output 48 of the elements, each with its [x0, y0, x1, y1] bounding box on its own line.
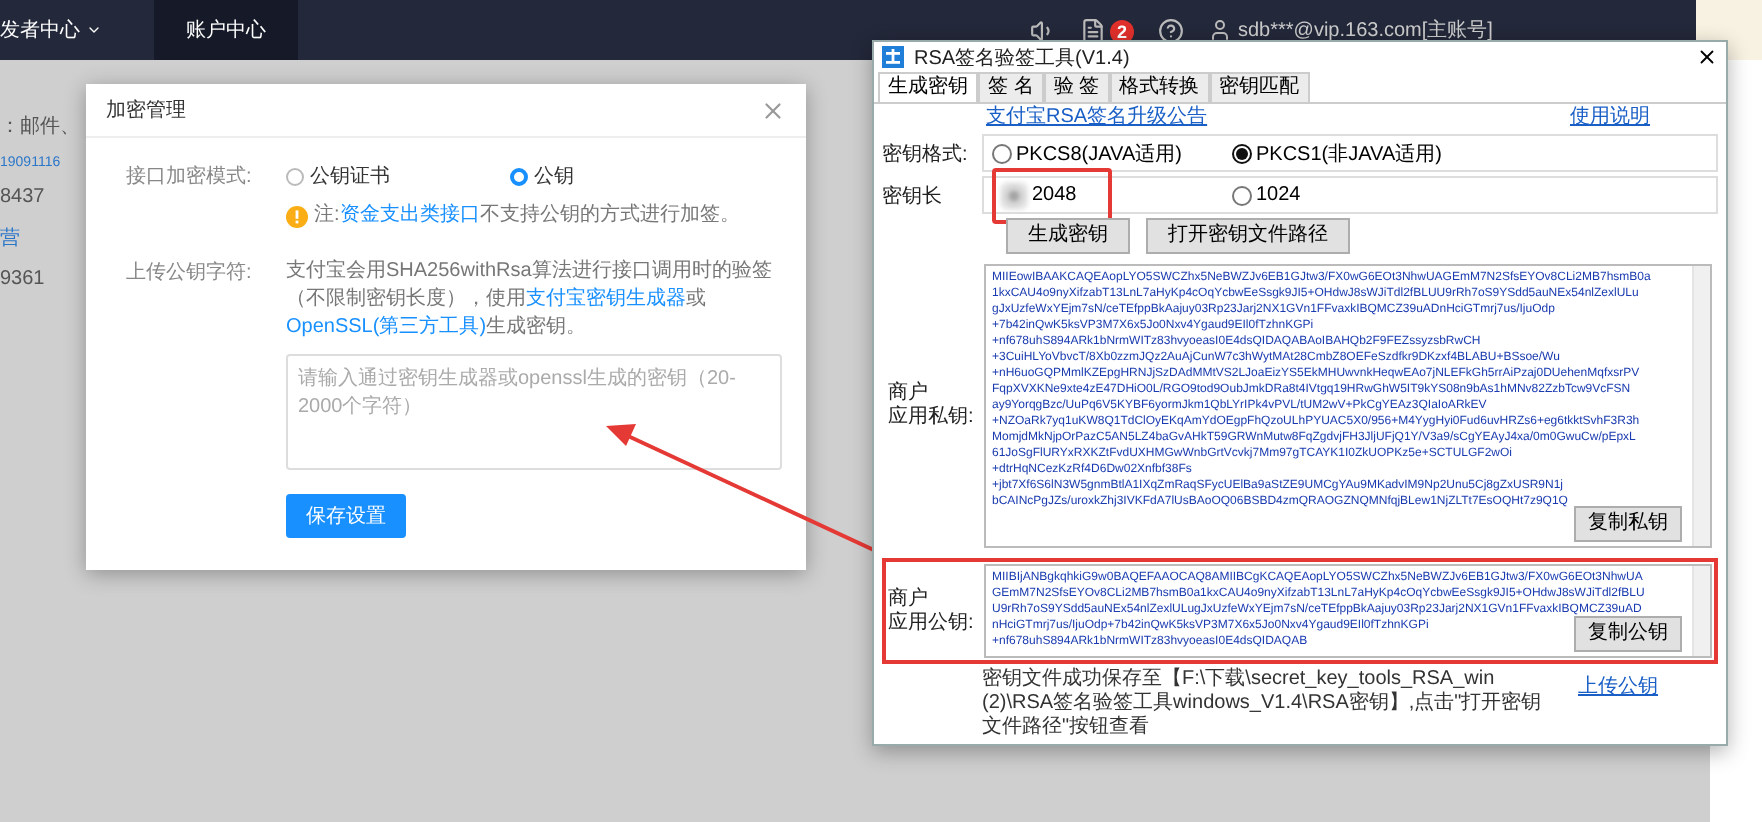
field-label: 商户 应用私钥:: [888, 382, 976, 430]
page-text: 8437: [0, 186, 45, 208]
tab[interactable]: 生成密钥: [878, 72, 978, 102]
window-title: RSA签名验签工具(V1.4): [914, 45, 1130, 71]
page-text: 营: [0, 225, 20, 252]
copy-button[interactable]: 复制私钥: [1574, 506, 1682, 542]
nav-item[interactable]: 发者中心: [0, 0, 134, 60]
page-text: ：邮件、: [0, 113, 80, 140]
caret-icon: [86, 22, 102, 38]
app-icon: [882, 46, 904, 68]
speaker-icon[interactable]: [1030, 17, 1056, 43]
notification-count: 2: [1110, 19, 1134, 43]
field-label: 密钥格式:: [882, 141, 970, 167]
radio-option[interactable]: 公钥证书: [286, 162, 390, 190]
save-path-note: 密钥文件成功保存至【F:\下载\secret_key_tools_RSA_win (2)\RSA签名验签工具windows_V1.4\RSA密钥】,点击"打开密钥文件路径"按钮查看: [982, 668, 1544, 740]
field-label: 接口加密模式:: [126, 163, 254, 192]
notice-link[interactable]: 支付宝RSA签名升级公告: [986, 106, 1208, 130]
warning-icon: [286, 205, 308, 227]
document-icon[interactable]: [1080, 17, 1106, 43]
help-icon[interactable]: [1158, 17, 1184, 43]
page-text: 9361: [0, 268, 45, 290]
note-text: 注:资金支出类接口不支持公钥的方式进行加签。: [314, 202, 740, 230]
help-link[interactable]: 使用说明: [1570, 106, 1650, 130]
description-text: 支付宝会用SHA256withRsa算法进行接口调用时的验签（不限制密钥长度），使用支付宝密钥生成器或 OpenSSL(第三方工具)生成密钥。: [286, 258, 774, 342]
open-folder-button[interactable]: 打开密钥文件路径: [1146, 218, 1350, 254]
tab[interactable]: 验 签: [1043, 72, 1110, 102]
field-label: 商户 应用公钥:: [888, 587, 976, 635]
nav-item[interactable]: 账户中心: [154, 0, 298, 60]
radio-option[interactable]: PKCS1(非JAVA适用): [1232, 139, 1442, 167]
generate-button[interactable]: 生成密钥: [1006, 218, 1130, 254]
tab[interactable]: 签 名: [978, 72, 1044, 102]
radio-option[interactable]: 公钥: [510, 162, 574, 190]
user-icon: [1208, 18, 1232, 42]
copy-button[interactable]: 复制公钥: [1574, 616, 1682, 652]
account-name[interactable]: sdb***@vip.163.com[主账号]: [1238, 16, 1493, 44]
upload-link[interactable]: 上传公钥: [1578, 676, 1658, 700]
tab[interactable]: 格式转换: [1109, 72, 1210, 102]
scrollbar[interactable]: [1692, 566, 1710, 656]
public-key-input[interactable]: 请输入通过密钥生成器或openssl生成的密钥（20-2000个字符）: [286, 354, 782, 470]
radio-option[interactable]: 2048: [1000, 181, 1077, 209]
close-icon[interactable]: [1696, 46, 1718, 68]
field-label: 上传公钥字符:: [126, 259, 254, 288]
tab[interactable]: 密钥匹配: [1209, 72, 1310, 102]
radio-option[interactable]: 1024: [1232, 184, 1301, 206]
field-label: 密钥长: [882, 183, 944, 209]
dialog-title: 加密管理: [106, 97, 186, 124]
scrollbar[interactable]: [1692, 266, 1710, 546]
radio-option[interactable]: PKCS8(JAVA适用): [992, 139, 1182, 167]
